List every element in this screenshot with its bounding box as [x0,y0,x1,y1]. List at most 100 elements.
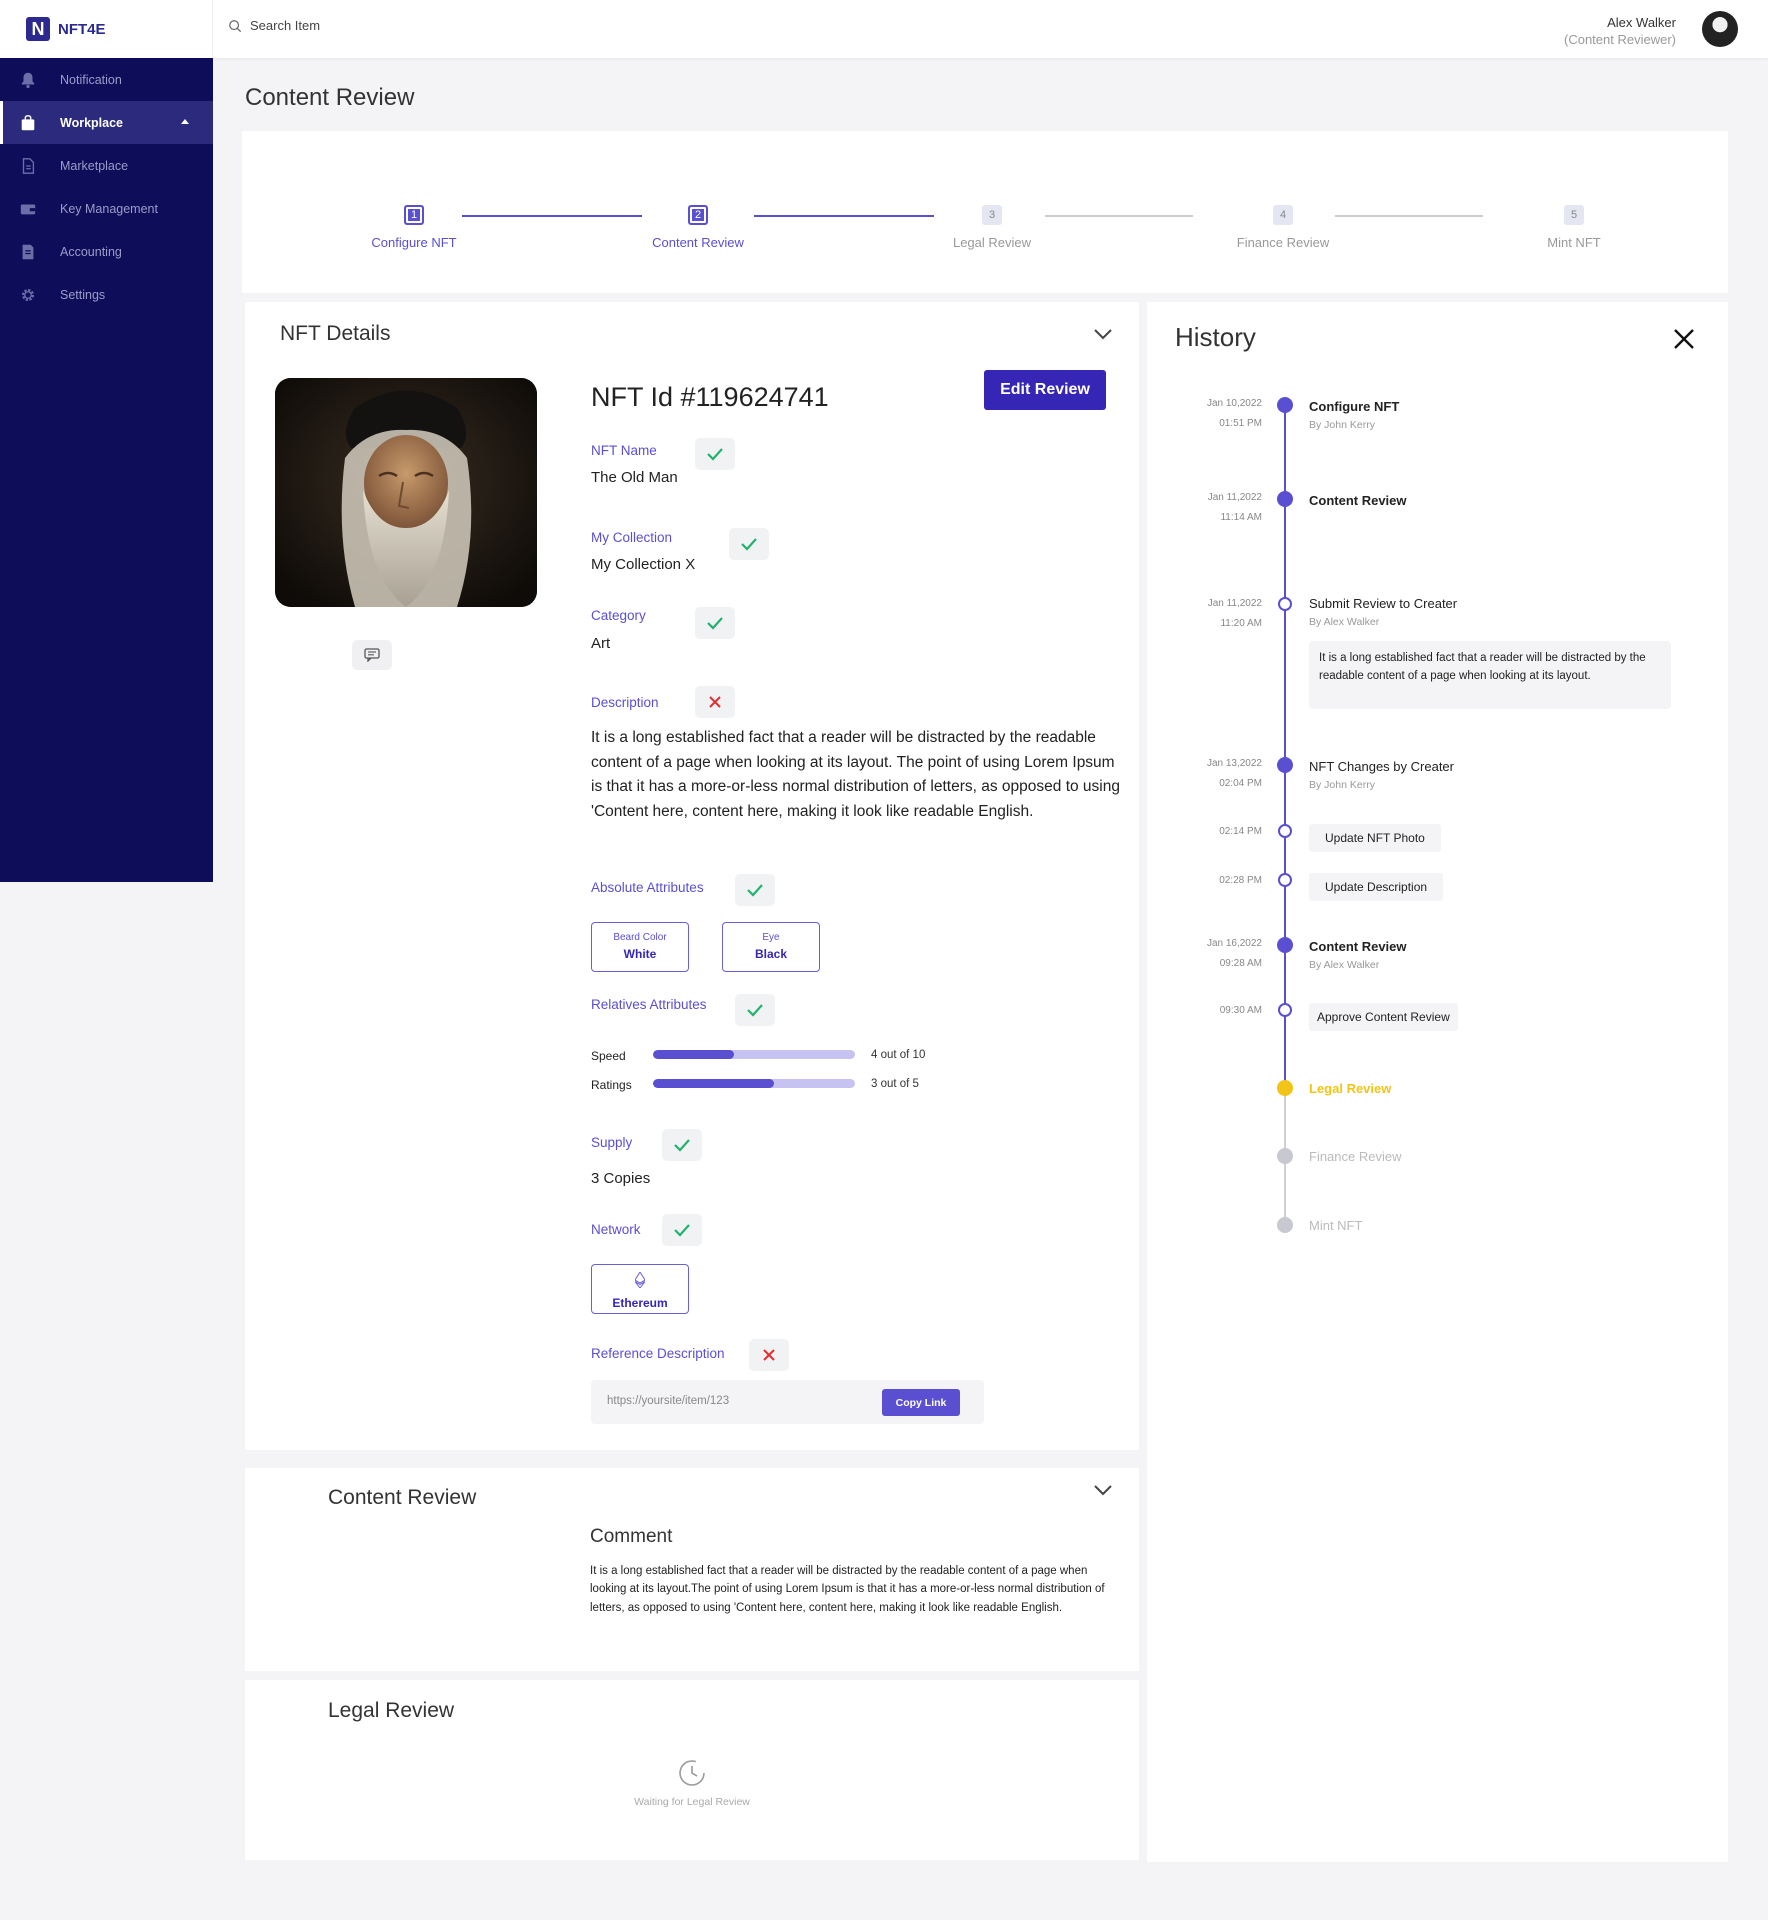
event-time: 09:28 AM [1219,958,1262,969]
event-time: 01:51 PM [1219,418,1262,429]
timeline-dot [1277,491,1293,507]
event-date: Jan 13,2022 [1206,758,1262,769]
approve-toggle[interactable] [735,994,775,1026]
gear-icon [18,285,38,305]
step-label: Legal Review [952,235,1032,250]
search-input[interactable] [250,18,550,33]
step-finance-review[interactable]: 4 Finance Review [1203,205,1363,250]
reference-url[interactable]: https://yoursite/item/123 [607,1395,729,1407]
event-time: 11:14 AM [1220,512,1262,523]
event-title: Mint NFT [1309,1218,1363,1233]
step-configure-nft[interactable]: 1 Configure NFT [334,205,494,250]
brand-name: NFT4E [58,20,106,38]
attribute-chip: Eye Black [722,922,820,972]
reject-toggle[interactable] [695,686,735,718]
sidebar-item-workplace[interactable]: Workplace [0,101,213,144]
event-time: 09:30 AM [1219,1005,1262,1016]
bag-icon [18,113,38,133]
sidebar-item-settings[interactable]: Settings [0,273,213,316]
event-author: By Alex Walker [1309,959,1380,971]
approve-toggle[interactable] [662,1129,702,1161]
attribute-key: Eye [762,932,780,943]
check-icon [747,884,763,897]
approve-toggle[interactable] [662,1214,702,1246]
approve-toggle[interactable] [729,528,769,560]
content-review-card: Content Review Comment It is a long esta… [245,1468,1139,1671]
comment-title: Comment [590,1526,673,1547]
nft-name-value: The Old Man [591,469,678,486]
supply-label: Supply [591,1135,633,1150]
event-author: By John Kerry [1309,779,1375,791]
legal-review-card: Legal Review Waiting for Legal Review [245,1680,1139,1860]
sidebar-item-label: Accounting [60,244,122,259]
sidebar-item-key-management[interactable]: Key Management [0,187,213,230]
network-label: Network [591,1222,641,1237]
step-label: Mint NFT [1547,235,1601,250]
event-change: Approve Content Review [1309,1003,1458,1031]
legal-review-title: Legal Review [328,1699,455,1722]
document-icon [18,156,38,176]
sidebar-item-marketplace[interactable]: Marketplace [0,144,213,187]
cross-icon [763,1349,775,1361]
sidebar-item-label: Notification [60,72,122,87]
event-title: Legal Review [1309,1081,1392,1096]
reject-toggle[interactable] [749,1339,789,1371]
check-icon [674,1224,690,1237]
check-icon [707,617,723,630]
event-change: Update NFT Photo [1309,824,1441,852]
timeline-dot [1277,397,1293,413]
event-time: 02:28 PM [1219,875,1262,886]
clock-icon [679,1760,705,1786]
step-label: Configure NFT [371,235,457,250]
user-role: (Content Reviewer) [1564,32,1676,47]
wallet-icon [18,199,38,219]
avatar[interactable] [1702,11,1738,47]
event-date: Jan 10,2022 [1206,398,1262,409]
step-content-review[interactable]: 2 Content Review [618,205,778,250]
timeline-dot [1277,937,1293,953]
chevron-down-icon[interactable] [1093,1484,1113,1496]
event-note: It is a long established fact that a rea… [1309,641,1671,709]
edit-review-button[interactable]: Edit Review [984,370,1106,410]
step-number: 2 [688,205,708,225]
sidebar-item-notification[interactable]: Notification [0,58,213,101]
brand-logo: N [26,17,50,41]
approve-toggle[interactable] [695,607,735,639]
waiting-text: Waiting for Legal Review [634,1796,750,1808]
close-icon[interactable] [1673,328,1695,350]
copy-link-button[interactable]: Copy Link [882,1389,960,1416]
timeline-dot-upcoming [1277,1217,1293,1233]
attribute-chip: Beard Color White [591,922,689,972]
step-connector [754,215,934,217]
nft-name-label: NFT Name [591,443,657,458]
speed-bar [653,1050,855,1059]
cross-icon [709,696,721,708]
network-value: Ethereum [612,1296,668,1310]
step-number: 4 [1273,205,1293,225]
step-mint-nft[interactable]: 5 Mint NFT [1494,205,1654,250]
sidebar-item-accounting[interactable]: Accounting [0,230,213,273]
reference-link-field: https://yoursite/item/123 Copy Link [591,1380,984,1424]
nft-image [275,378,537,607]
event-title: Submit Review to Creater [1309,596,1458,611]
timeline-dot-upcoming [1277,1148,1293,1164]
progress-fill [653,1050,734,1059]
collection-value: My Collection X [591,556,696,573]
approve-toggle[interactable] [735,874,775,906]
timeline-dot-pending [1277,1080,1293,1096]
network-chip: Ethereum [591,1264,689,1314]
ledger-icon [18,242,38,262]
reference-label: Reference Description [591,1346,725,1361]
attribute-value: White [623,947,657,961]
chevron-down-icon[interactable] [1093,328,1113,340]
nft-id: NFT Id #119624741 [591,382,829,412]
content-review-title: Content Review [328,1486,477,1509]
page-title: Content Review [245,84,415,111]
timeline-line-done [1284,404,1286,1188]
event-date: Jan 11,2022 [1207,492,1262,503]
approve-toggle[interactable] [695,438,735,470]
step-legal-review[interactable]: 3 Legal Review [912,205,1072,250]
event-title: NFT Changes by Creater [1309,759,1454,774]
comment-button[interactable] [352,640,392,670]
brand[interactable]: N NFT4E [0,0,213,58]
